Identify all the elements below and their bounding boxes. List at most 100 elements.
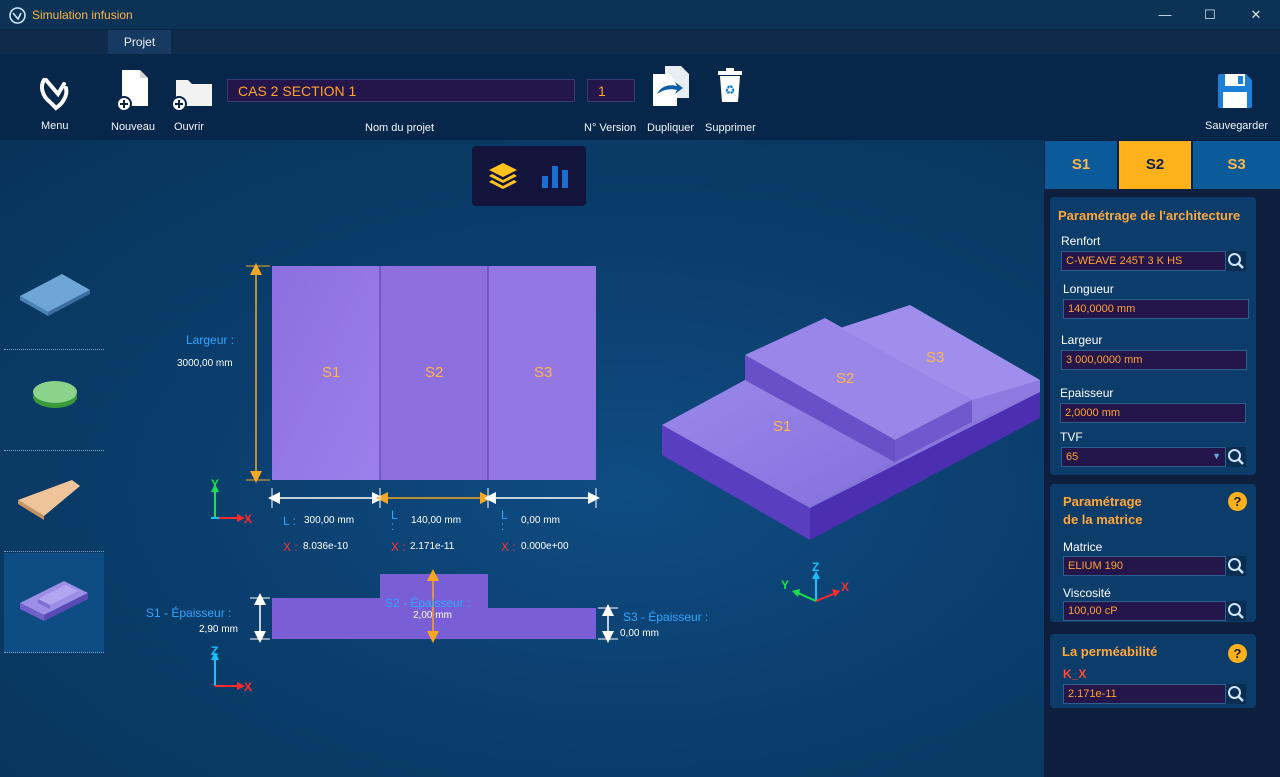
axis-x-side: X (244, 680, 253, 694)
layers-icon[interactable] (488, 161, 518, 191)
s1-x-label: X : (283, 540, 298, 554)
largeur-value: 3000,00 mm (177, 358, 233, 369)
delete-label: Supprimer (705, 122, 756, 134)
s3-thickness-value: 0,00 mm (620, 628, 659, 639)
matrix-title-line1: Paramétrage (1063, 494, 1142, 509)
architecture-title: Paramétrage de l'architecture (1058, 208, 1241, 223)
renfort-label: Renfort (1061, 234, 1101, 248)
s2-length-value: 140,00 mm (411, 515, 462, 526)
s2-thickness-value: 2,00 mm (413, 610, 452, 621)
tab-projet[interactable]: Projet (108, 30, 171, 54)
s3-thickness-label: S3 - Épaisseur : (623, 610, 709, 624)
search-icon (1228, 449, 1244, 465)
right-panel: S1 S2 S3 Paramétrage de l'architecture R… (1044, 140, 1280, 777)
open-label: Ouvrir (174, 121, 204, 133)
matrice-field[interactable]: ELIUM 190 (1063, 556, 1226, 576)
nav-stepped-shape[interactable] (4, 553, 104, 653)
matrix-panel: Paramétrage de la matrice ? Matrice ELIU… (1050, 484, 1256, 622)
tvf-search-button[interactable] (1226, 447, 1246, 467)
tab-s2[interactable]: S2 (1119, 141, 1191, 189)
tab-s1[interactable]: S1 (1045, 141, 1117, 189)
menu-button[interactable]: Menu (30, 72, 80, 136)
disc-icon (33, 381, 77, 408)
viscosite-label: Viscosité (1063, 586, 1111, 600)
longueur-label: Longueur (1063, 282, 1114, 296)
minimize-icon[interactable]: — (1155, 6, 1175, 24)
s2-3d-label: S2 (836, 370, 855, 387)
s2-x-value: 2.171e-11 (410, 541, 455, 552)
nav-wedge-shape[interactable] (4, 452, 104, 552)
stepped-part-icon (20, 581, 88, 621)
matrice-search-button[interactable] (1226, 556, 1246, 576)
epaisseur-label: Epaisseur (1060, 386, 1114, 400)
search-icon (1228, 558, 1244, 574)
largeur-field-label: Largeur (1061, 333, 1103, 347)
wedge-icon (18, 480, 80, 520)
search-icon (1228, 603, 1244, 619)
kx-field[interactable]: 2.171e-11 (1063, 684, 1226, 704)
architecture-panel: Paramétrage de l'architecture Renfort C-… (1050, 197, 1256, 475)
s3-length-value: 0,00 mm (521, 515, 560, 526)
s1-3d-label: S1 (773, 418, 792, 435)
permeability-title: La perméabilité (1062, 644, 1158, 659)
maximize-icon[interactable]: ☐ (1200, 6, 1220, 24)
s2-x-label: X : (391, 540, 406, 554)
s1-x-value: 8.036e-10 (303, 541, 349, 552)
duplicate-icon (653, 66, 689, 106)
duplicate-button[interactable]: Dupliquer (645, 64, 697, 136)
largeur-field[interactable]: 3 000,0000 mm (1061, 350, 1247, 370)
delete-button[interactable]: ♻ Supprimer (703, 64, 757, 136)
viscosite-field[interactable]: 100,00 cP (1063, 601, 1226, 621)
nav-plate-shape[interactable] (4, 250, 104, 350)
menu-tab-bar: Projet (0, 30, 1280, 54)
version-label: N° Version (584, 122, 637, 134)
title-bar: Simulation infusion — ☐ ✕ (0, 0, 1280, 30)
s1-length-value: 300,00 mm (304, 515, 355, 526)
axis-z-side: Z (211, 644, 219, 658)
axis-x-3d: X (841, 580, 850, 594)
close-icon[interactable]: ✕ (1246, 6, 1266, 24)
longueur-field[interactable]: 140,0000 mm (1063, 299, 1249, 319)
renfort-field[interactable]: C-WEAVE 245T 3 K HS (1061, 251, 1226, 271)
tvf-label: TVF (1060, 430, 1083, 444)
s2-length-L: L : (391, 510, 398, 532)
s3-x-value: 0.000e+00 (521, 541, 569, 552)
permeability-panel: La perméabilité ? K_X 2.171e-11 (1050, 634, 1256, 708)
matrix-help-icon[interactable]: ? (1228, 492, 1247, 511)
app-logo-icon (9, 7, 26, 24)
new-file-icon (116, 70, 148, 112)
s1-top-label: S1 (322, 364, 341, 381)
s3-length-L: L : (501, 510, 508, 532)
project-name-input[interactable]: CAS 2 SECTION 1 (227, 79, 575, 102)
s3-x-label: X : (501, 540, 516, 554)
project-name-label: Nom du projet (365, 122, 435, 134)
tvf-value: 65 (1066, 451, 1079, 463)
matrice-label: Matrice (1063, 540, 1103, 554)
svg-text:♻: ♻ (725, 83, 736, 97)
kx-label: K_X (1063, 667, 1087, 681)
tvf-select[interactable]: 65 ▼ (1061, 447, 1226, 467)
save-button[interactable]: Sauvegarder (1204, 70, 1270, 134)
s3-3d-label: S3 (926, 349, 945, 366)
kx-search-button[interactable] (1226, 684, 1246, 704)
tab-s3[interactable]: S3 (1193, 141, 1280, 189)
version-input[interactable]: 1 (587, 79, 635, 102)
renfort-search-button[interactable] (1226, 251, 1246, 271)
menu-logo-icon (40, 78, 69, 111)
nav-disc-shape[interactable] (4, 351, 104, 451)
bar-chart-icon[interactable] (540, 162, 570, 190)
menu-label: Menu (41, 120, 69, 132)
s1-thickness-value: 2,90 mm (199, 624, 238, 635)
new-project-button[interactable]: Nouveau (108, 66, 158, 136)
folder-icon (171, 80, 212, 112)
plate-icon (20, 274, 90, 316)
permeability-help-icon[interactable]: ? (1228, 644, 1247, 663)
app-title: Simulation infusion (32, 8, 133, 22)
view-toggle (472, 146, 586, 206)
s2-top-label: S2 (425, 364, 444, 381)
epaisseur-field[interactable]: 2,0000 mm (1060, 403, 1246, 423)
chevron-down-icon: ▼ (1212, 451, 1221, 461)
search-icon (1228, 253, 1244, 269)
open-project-button[interactable]: Ouvrir (170, 66, 216, 136)
viscosite-search-button[interactable] (1226, 601, 1246, 621)
